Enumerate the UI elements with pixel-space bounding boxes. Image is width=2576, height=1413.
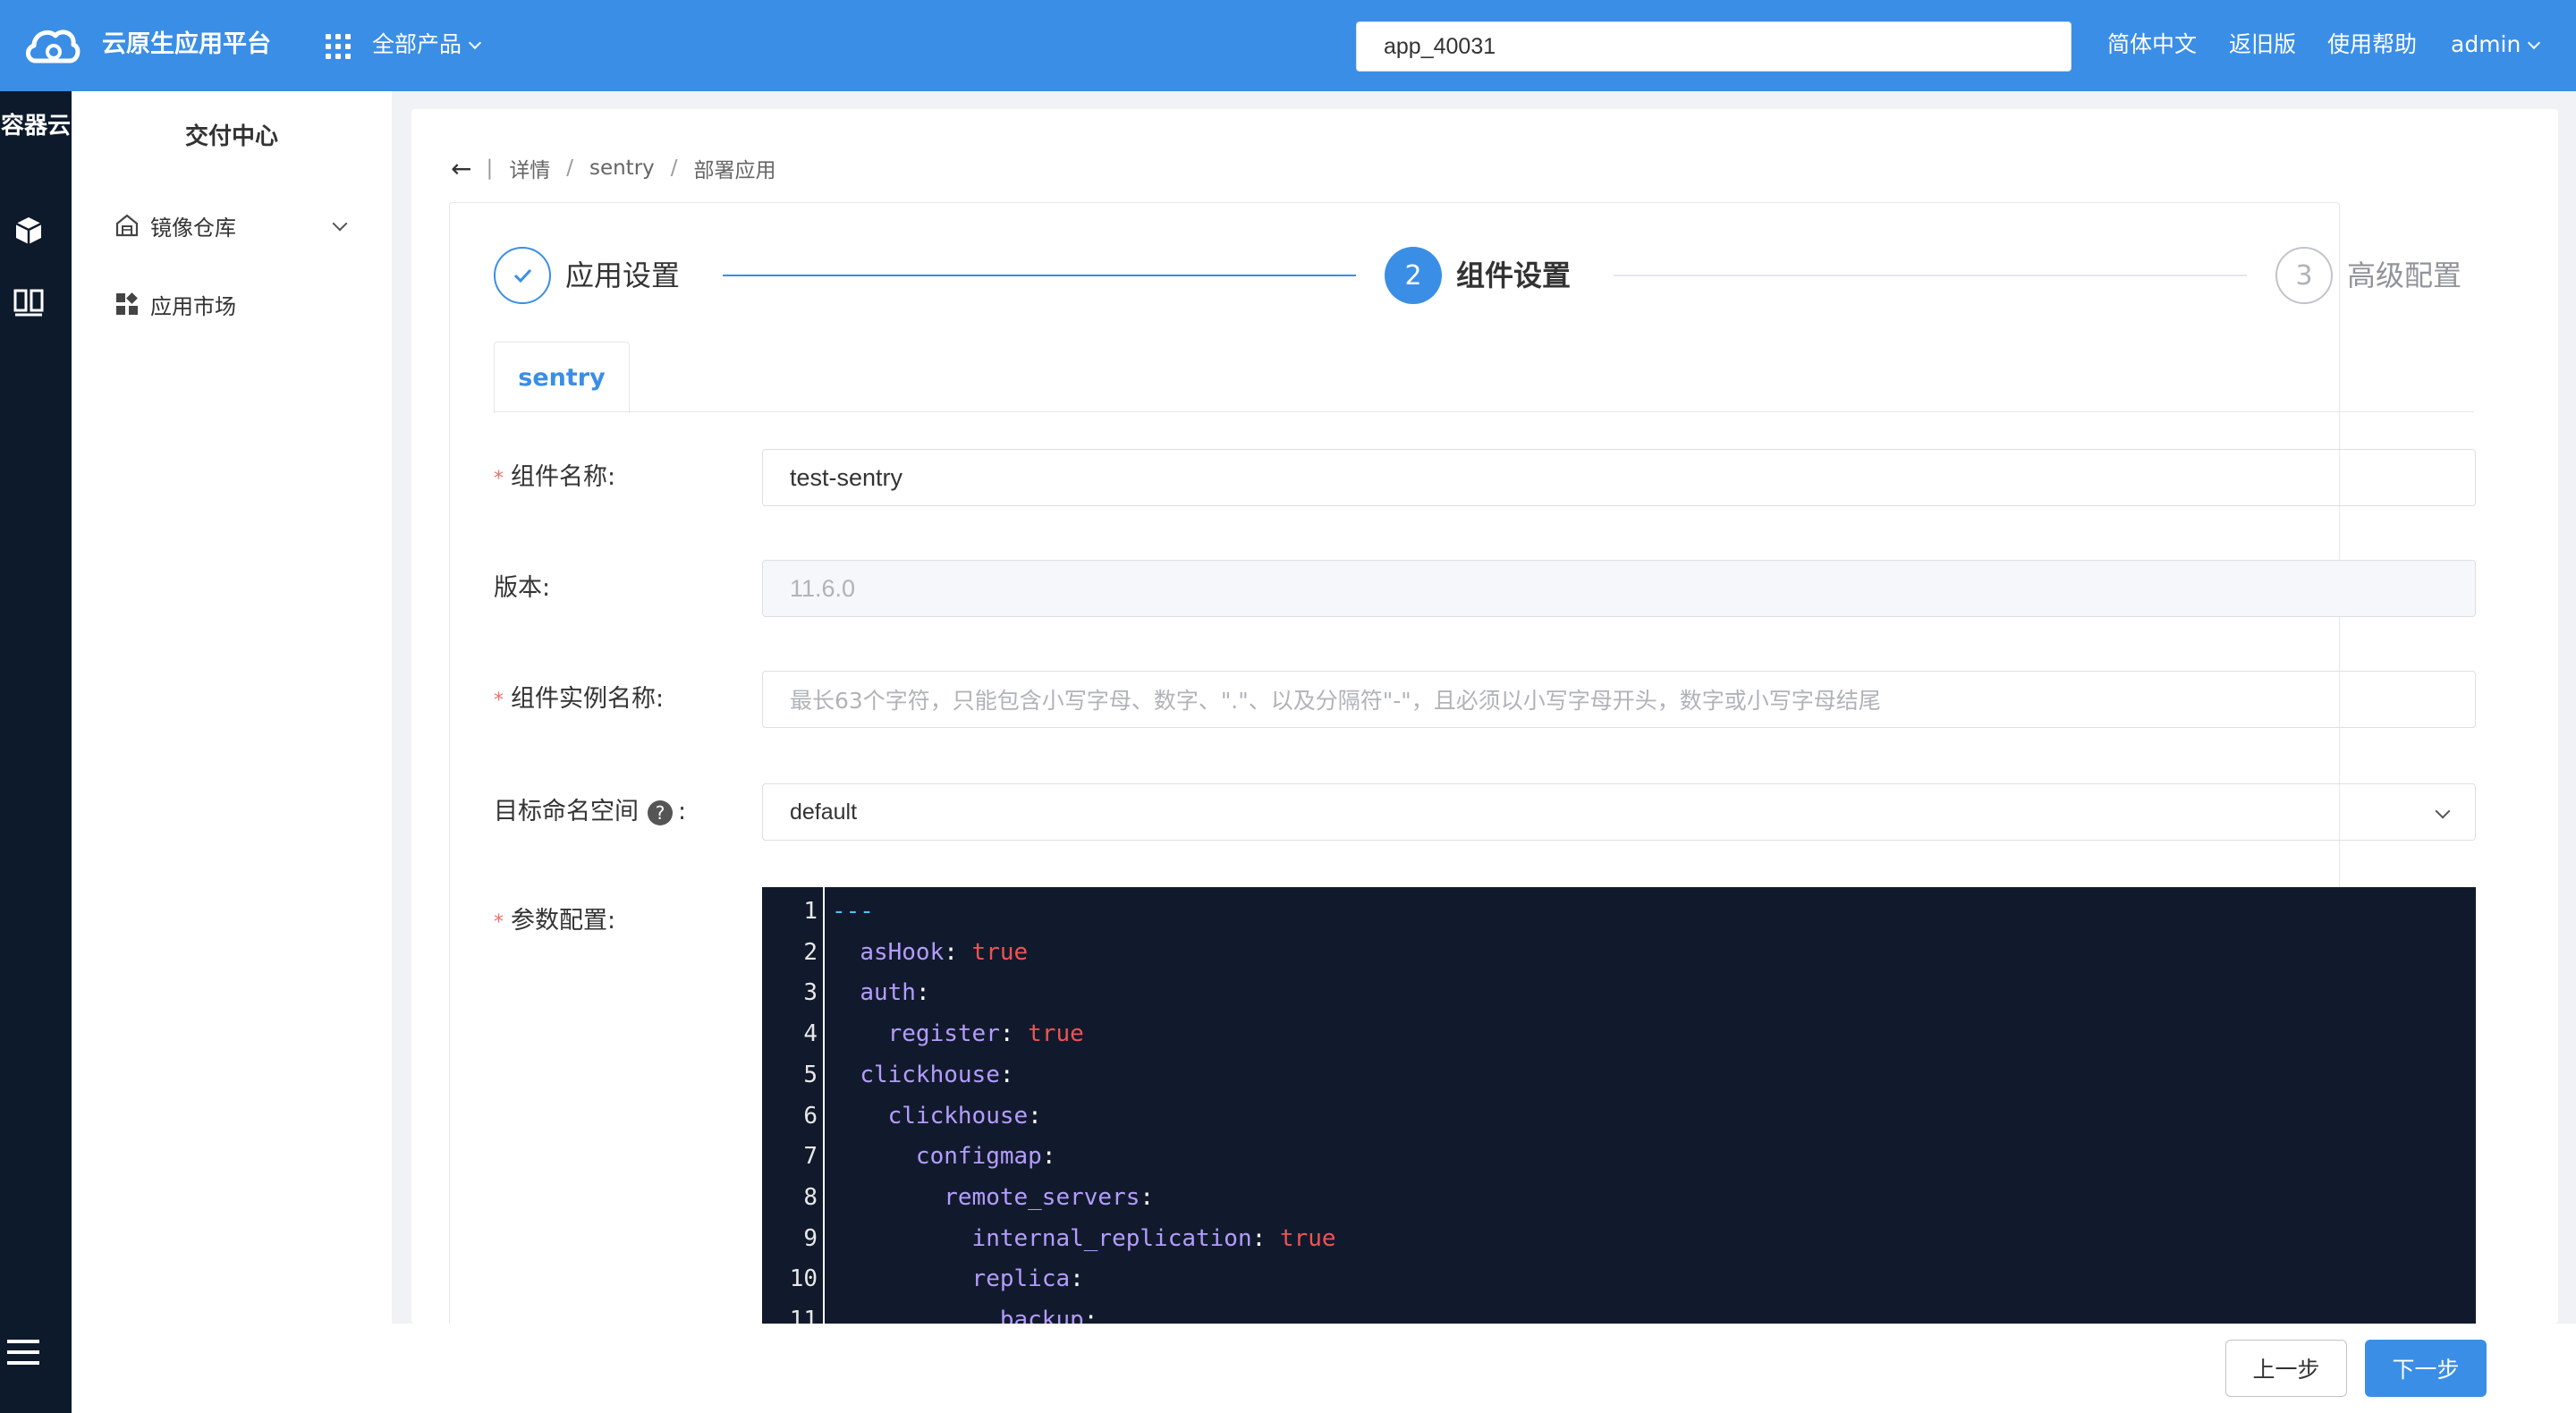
- check-icon: [513, 268, 532, 283]
- top-navigation-bar: 云原生应用平台 全部产品 简体中文 返旧版 使用帮助 admin: [0, 0, 2576, 91]
- cube-icon[interactable]: [13, 215, 45, 247]
- step-1-done-circle: [494, 247, 551, 304]
- code-text: clickhouse:: [887, 1102, 1042, 1130]
- line-number: 9: [803, 1224, 818, 1252]
- user-menu[interactable]: admin: [2451, 27, 2541, 63]
- step-connector-done: [723, 275, 1356, 276]
- breadcrumb: ← | 详情 / sentry / 部署应用: [451, 152, 776, 184]
- code-line[interactable]: 2 asHook: true: [762, 934, 1028, 971]
- warehouse-icon: [115, 214, 139, 237]
- line-number: 1: [803, 898, 818, 925]
- line-number: 2: [803, 938, 818, 966]
- code-text: internal_replication: true: [971, 1224, 1336, 1252]
- previous-step-button[interactable]: 上一步: [2225, 1340, 2347, 1397]
- all-products-menu[interactable]: 全部产品: [372, 27, 482, 63]
- old-version-link[interactable]: 返旧版: [2229, 27, 2296, 63]
- step-2-active-circle: 2: [1385, 247, 1442, 304]
- sidebar-item-label: 镜像仓库: [150, 215, 236, 241]
- code-text: asHook: true: [860, 938, 1029, 966]
- next-step-button[interactable]: 下一步: [2365, 1340, 2487, 1397]
- code-line[interactable]: 1 ---: [762, 893, 874, 930]
- code-text: backup:: [999, 1307, 1098, 1324]
- search-input[interactable]: [1356, 21, 2072, 72]
- question-help-icon[interactable]: ?: [648, 800, 673, 825]
- component-name-label: * 组件名称:: [494, 463, 616, 491]
- step-2-label: 组件设置: [1456, 258, 1572, 292]
- namespace-select[interactable]: default: [762, 783, 2476, 841]
- step-connector-pending: [1614, 275, 2247, 276]
- namespace-selected-value: default: [790, 799, 858, 825]
- tab-sentry[interactable]: sentry: [494, 342, 630, 413]
- breadcrumb-item-detail[interactable]: 详情: [509, 153, 550, 183]
- code-text: ---: [832, 898, 874, 925]
- breadcrumb-separator: /: [670, 157, 678, 180]
- code-line[interactable]: 10 replica:: [762, 1260, 1084, 1298]
- breadcrumb-item-app[interactable]: sentry: [589, 157, 655, 180]
- step-3-label: 高级配置: [2347, 258, 2462, 292]
- chevron-down-icon[interactable]: [332, 216, 348, 232]
- app-title: 云原生应用平台: [102, 30, 271, 58]
- code-line[interactable]: 8 remote_servers:: [762, 1179, 1154, 1216]
- apps-grid-icon[interactable]: [326, 34, 351, 59]
- sidebar-item-app-market[interactable]: 应用市场: [114, 286, 236, 322]
- cloud-logo-icon[interactable]: [23, 21, 80, 68]
- instance-name-label: * 组件实例名称:: [494, 685, 665, 713]
- line-number: 3: [803, 979, 818, 1007]
- line-number: 5: [803, 1061, 818, 1088]
- chevron-down-icon: [2435, 803, 2451, 819]
- breadcrumb-item-current: 部署应用: [693, 159, 776, 182]
- code-line[interactable]: 5 clickhouse:: [762, 1056, 1013, 1094]
- breadcrumb-separator: |: [486, 157, 494, 180]
- help-link[interactable]: 使用帮助: [2327, 27, 2417, 63]
- language-link[interactable]: 简体中文: [2107, 27, 2197, 63]
- username: admin: [2451, 31, 2521, 57]
- yaml-code-editor[interactable]: 1 --- 2 asHook: true 3 auth: 4 register: tru…: [762, 887, 2476, 1324]
- sidebar-item-image-registry[interactable]: 镜像仓库: [114, 207, 236, 243]
- breadcrumb-separator: /: [566, 157, 573, 180]
- version-label: 版本:: [494, 574, 551, 602]
- step-1-label: 应用设置: [565, 258, 681, 292]
- code-line[interactable]: 6 clickhouse:: [762, 1097, 1041, 1135]
- line-number: 10: [789, 1265, 818, 1293]
- line-number: 4: [803, 1020, 818, 1048]
- rail-title: 容器云: [0, 113, 71, 140]
- code-text: configmap:: [915, 1143, 1056, 1171]
- line-number: 8: [803, 1183, 818, 1211]
- sidebar-title: 交付中心: [184, 123, 278, 150]
- code-text: remote_servers:: [944, 1183, 1155, 1211]
- line-number: 7: [803, 1143, 818, 1171]
- instance-name-field[interactable]: 最长63个字符，只能包含小写字母、数字、"."、以及分隔符"-"，且必须以小写字…: [762, 671, 2476, 728]
- code-line[interactable]: 11 backup:: [762, 1301, 1098, 1324]
- step-3-pending-circle: 3: [2275, 247, 2333, 304]
- all-products-label: 全部产品: [372, 31, 462, 57]
- action-bar: [72, 1324, 2576, 1413]
- code-line[interactable]: 3 auth:: [762, 974, 929, 1011]
- code-line[interactable]: 7 configmap:: [762, 1138, 1055, 1175]
- code-text: auth:: [860, 979, 930, 1007]
- namespace-label: 目标命名空间?:: [494, 798, 687, 825]
- code-text: clickhouse:: [860, 1061, 1014, 1088]
- apps-icon: [116, 292, 138, 315]
- params-label: * 参数配置:: [494, 907, 616, 935]
- chevron-down-icon: [468, 36, 482, 50]
- line-number: 11: [789, 1307, 818, 1324]
- tab-divider: [494, 411, 2474, 412]
- product-rail: 容器云: [0, 91, 72, 1413]
- line-number: 6: [803, 1102, 818, 1130]
- code-line[interactable]: 9 internal_replication: true: [762, 1220, 1335, 1257]
- columns-icon[interactable]: [13, 286, 45, 318]
- version-field: 11.6.0: [762, 560, 2476, 617]
- code-line[interactable]: 4 register: true: [762, 1015, 1083, 1053]
- code-text: register: true: [887, 1020, 1084, 1048]
- menu-icon[interactable]: [7, 1340, 39, 1366]
- code-text: replica:: [971, 1265, 1084, 1293]
- component-name-field[interactable]: test-sentry: [762, 449, 2476, 506]
- sidebar-item-label: 应用市场: [150, 293, 236, 319]
- chevron-down-icon: [2528, 36, 2541, 50]
- sidebar: 交付中心 镜像仓库 应用市场: [72, 91, 392, 1413]
- back-arrow-icon[interactable]: ←: [451, 154, 471, 183]
